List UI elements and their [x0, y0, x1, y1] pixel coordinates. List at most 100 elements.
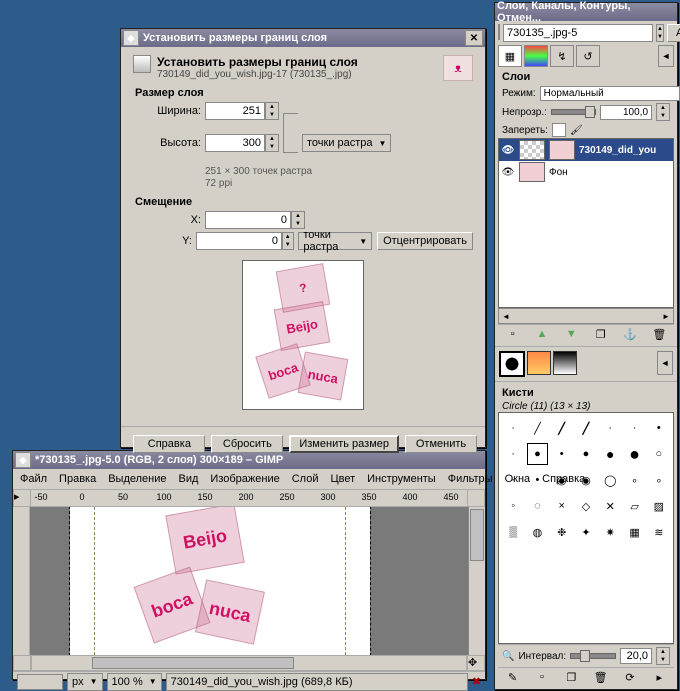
brush-item[interactable]: ❉ [552, 521, 572, 543]
brush-item[interactable]: ▱ [624, 495, 644, 517]
brush-item[interactable]: ∘ [649, 469, 669, 491]
lower-layer-icon[interactable]: ▼ [563, 326, 579, 342]
brush-item[interactable]: ▨ [649, 495, 669, 517]
refresh-brush-icon[interactable]: ⟳ [622, 669, 638, 685]
delete-brush-icon[interactable]: 🗑 [593, 669, 609, 685]
menu-filters[interactable]: Фильтры [443, 471, 498, 487]
brush-item[interactable]: · [503, 417, 523, 439]
scrollbar-vertical[interactable] [468, 507, 485, 655]
layers-list[interactable]: 👁 730149_did_you 👁 Фон [498, 138, 674, 308]
brush-item[interactable]: ● [527, 443, 547, 465]
cancel-icon[interactable]: ✖ [472, 675, 481, 688]
brushes-grid[interactable]: · ╱ ╱ ╱ · · • · ● • ● ● ● ○ · • ◉ ◉ [498, 412, 674, 644]
help-button[interactable]: Справка [133, 435, 205, 453]
tab-paths-icon[interactable]: ↯ [550, 45, 574, 67]
menu-edit[interactable]: Правка [54, 471, 101, 487]
layer-row[interactable]: 👁 Фон [499, 161, 673, 183]
eye-icon[interactable]: 👁 [501, 165, 515, 179]
dialog-titlebar[interactable]: ◆ Установить размеры границ слоя ✕ [121, 29, 485, 47]
tab-undo-icon[interactable]: ↺ [576, 45, 600, 67]
brush-item[interactable]: · [624, 417, 644, 439]
resize-button[interactable]: Изменить размер [289, 435, 399, 453]
preview-area[interactable]: ? Beijo boca nuca [242, 260, 364, 410]
ruler-vertical[interactable] [13, 507, 30, 655]
menu-help[interactable]: Справка [537, 471, 590, 487]
menu-windows[interactable]: Окна [500, 471, 536, 487]
brush-item[interactable]: ✷ [600, 521, 620, 543]
delete-layer-icon[interactable]: 🗑 [651, 326, 667, 342]
layer-name[interactable]: Фон [549, 167, 568, 178]
eye-icon[interactable]: 👁 [501, 143, 515, 157]
new-layer-icon[interactable]: ▫ [505, 326, 521, 342]
brush-item[interactable]: ▒ [503, 521, 523, 543]
cancel-button[interactable]: Отменить [405, 435, 477, 453]
menu-file[interactable]: Файл [15, 471, 52, 487]
nav-icon[interactable]: ✥ [467, 655, 485, 671]
brush-item[interactable]: ✕ [600, 495, 620, 517]
brush-item[interactable]: ╱ [576, 417, 596, 439]
center-button[interactable]: Отцентрировать [377, 232, 473, 250]
offset-x-field[interactable] [205, 211, 291, 229]
auto-button[interactable]: Авто [667, 24, 680, 42]
brush-item[interactable]: ╱ [527, 417, 547, 439]
new-brush-icon[interactable]: ▫ [534, 669, 550, 685]
menu-tools[interactable]: Инструменты [362, 471, 441, 487]
brush-item[interactable]: ◦ [503, 495, 523, 517]
menu-color[interactable]: Цвет [325, 471, 360, 487]
offset-y-field[interactable] [196, 232, 282, 250]
offset-x-spin[interactable]: ▲▼ [291, 211, 305, 229]
interval-slider[interactable] [570, 653, 616, 659]
scrollbar-horizontal[interactable] [31, 655, 467, 671]
tab-menu-arrow[interactable]: ◄ [658, 45, 674, 67]
brush-item[interactable]: ● [576, 443, 596, 465]
brush-item[interactable]: ◍ [527, 521, 547, 543]
brush-item[interactable]: ∘ [624, 469, 644, 491]
size-unit-selector[interactable]: точки растра▼ [302, 134, 391, 152]
edit-brush-icon[interactable]: ✎ [505, 669, 521, 685]
brush-item[interactable]: ● [600, 443, 620, 465]
brush-item[interactable]: • [552, 443, 572, 465]
height-field[interactable] [205, 134, 265, 152]
zoom-in-icon[interactable]: 🔍 [502, 651, 514, 662]
offset-unit-selector[interactable]: точки растра▼ [298, 232, 372, 250]
blend-mode-selector[interactable] [540, 86, 680, 101]
close-icon[interactable]: ✕ [465, 30, 483, 46]
brush-item[interactable]: ✦ [576, 521, 596, 543]
tab-patterns-icon[interactable] [527, 351, 551, 375]
menu-image[interactable]: Изображение [205, 471, 284, 487]
lock-checkbox[interactable] [552, 123, 566, 137]
brush-item[interactable]: ● [624, 443, 644, 465]
tab-layers-icon[interactable]: ▦ [498, 45, 522, 67]
tab-menu-arrow[interactable]: ◄ [657, 351, 673, 375]
brush-item[interactable]: • [649, 417, 669, 439]
unit-selector[interactable]: px▼ [67, 673, 103, 691]
interval-spin[interactable]: ▲▼ [656, 647, 670, 665]
menu-view[interactable]: Вид [174, 471, 204, 487]
interval-field[interactable] [620, 648, 652, 664]
brush-item[interactable]: · [503, 443, 523, 465]
brush-item[interactable]: · [600, 417, 620, 439]
reset-button[interactable]: Сбросить [211, 435, 283, 453]
offset-y-spin[interactable]: ▲▼ [282, 232, 294, 250]
brush-menu-icon[interactable]: ▸ [651, 669, 667, 685]
active-image-selector[interactable] [503, 24, 653, 42]
duplicate-layer-icon[interactable]: ❐ [593, 326, 609, 342]
brush-item[interactable]: ≋ [649, 521, 669, 543]
layer-name[interactable]: 730149_did_you [579, 145, 656, 156]
brush-item[interactable]: ╱ [552, 417, 572, 439]
tab-brushes-icon[interactable] [499, 351, 525, 377]
anchor-layer-icon[interactable]: ⚓ [622, 326, 638, 342]
brush-item[interactable]: ◌ [527, 495, 547, 517]
layer-row[interactable]: 👁 730149_did_you [499, 139, 673, 161]
raise-layer-icon[interactable]: ▲ [534, 326, 550, 342]
opacity-field[interactable] [600, 105, 652, 120]
width-spin[interactable]: ▲▼ [265, 102, 279, 120]
height-spin[interactable]: ▲▼ [265, 134, 279, 152]
ruler-corner[interactable]: ▸ [13, 489, 31, 507]
chain-link-icon[interactable] [283, 113, 298, 153]
tab-channels-icon[interactable] [524, 45, 548, 67]
menu-layer[interactable]: Слой [287, 471, 324, 487]
tab-gradients-icon[interactable] [553, 351, 577, 375]
brush-item[interactable]: ◇ [576, 495, 596, 517]
menu-select[interactable]: Выделение [103, 471, 171, 487]
